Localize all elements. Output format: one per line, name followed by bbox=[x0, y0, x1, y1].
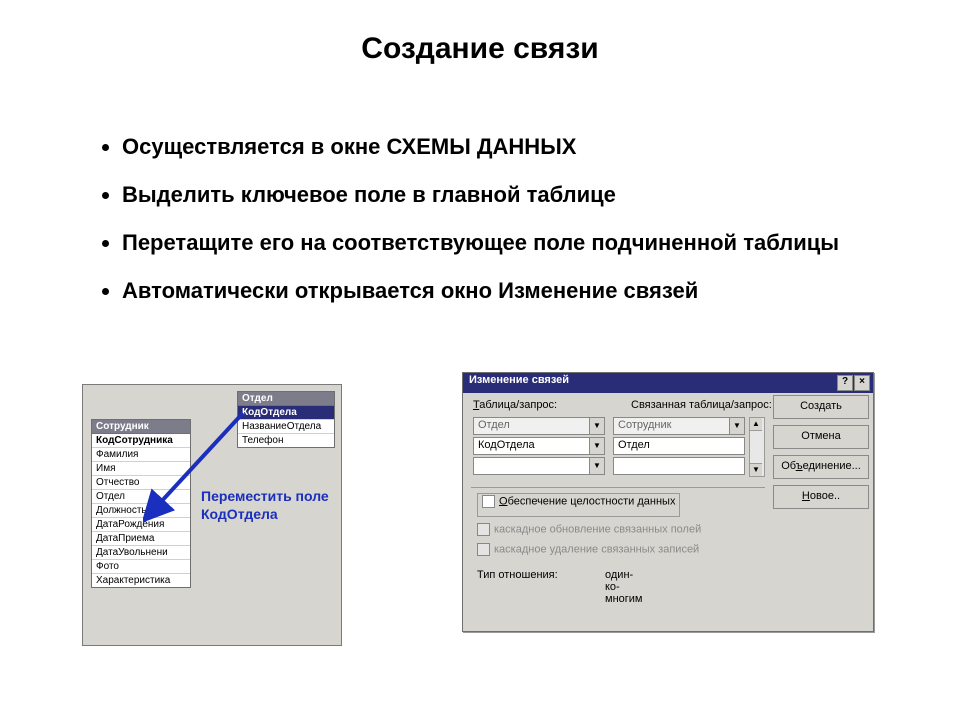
linked-field-cell[interactable]: Отдел bbox=[613, 437, 745, 455]
chevron-down-icon[interactable]: ▼ bbox=[589, 458, 604, 474]
schema-figure: Сотрудник КодСотрудника Фамилия Имя Отче… bbox=[82, 384, 342, 646]
checkbox-icon[interactable] bbox=[482, 495, 495, 508]
table-field: ДатаРождения bbox=[92, 518, 190, 532]
table-field: КодСотрудника bbox=[92, 434, 190, 448]
chevron-down-icon[interactable]: ▼ bbox=[589, 438, 604, 454]
table-field: Фото bbox=[92, 560, 190, 574]
field-combo-empty[interactable]: ▼ bbox=[473, 457, 605, 475]
table-field: Отдел bbox=[92, 490, 190, 504]
table-field: Фамилия bbox=[92, 448, 190, 462]
dialog-title-text: Изменение связей bbox=[469, 374, 569, 386]
linked-table-label: Связанная таблица/запрос: bbox=[631, 399, 772, 411]
cancel-button[interactable]: Отмена bbox=[773, 425, 869, 449]
fields-scrollbar[interactable]: ▲ ▼ bbox=[749, 417, 765, 477]
table-field: НазваниеОтдела bbox=[238, 420, 334, 434]
linked-field-cell-empty[interactable] bbox=[613, 457, 745, 475]
new-button[interactable]: Новое.. bbox=[773, 485, 869, 509]
table-field: ДатаПриема bbox=[92, 532, 190, 546]
relation-type-value: один-ко-многим bbox=[605, 569, 642, 605]
bullet-item: Перетащите его на соответствующее поле п… bbox=[122, 226, 922, 260]
help-button[interactable]: ? bbox=[837, 375, 853, 391]
create-button[interactable]: Создать bbox=[773, 395, 869, 419]
slide-title: Создание связи bbox=[0, 32, 960, 66]
cascade-delete-row: каскадное удаление связанных записей bbox=[477, 543, 701, 563]
bullet-item: Осуществляется в окне СХЕМЫ ДАННЫХ bbox=[122, 130, 922, 164]
chevron-down-icon[interactable]: ▼ bbox=[589, 418, 604, 434]
table-field-selected: КодОтдела bbox=[238, 406, 334, 420]
separator bbox=[471, 487, 765, 488]
table-field: Отчество bbox=[92, 476, 190, 490]
cascade-delete-label: каскадное удаление связанных записей bbox=[494, 543, 699, 555]
employee-table: Сотрудник КодСотрудника Фамилия Имя Отче… bbox=[91, 419, 191, 588]
table-field: Телефон bbox=[238, 434, 334, 447]
bullet-item: Выделить ключевое поле в главной таблице bbox=[122, 178, 922, 212]
linked-table-combo-value: Сотрудник bbox=[618, 419, 671, 431]
table-field: Характеристика bbox=[92, 574, 190, 587]
cascade-update-label: каскадное обновление связанных полей bbox=[494, 523, 701, 535]
table-field: ДатаУвольнени bbox=[92, 546, 190, 560]
department-table-header: Отдел bbox=[238, 392, 334, 406]
table-label: Таблица/запрос: bbox=[473, 399, 557, 411]
linked-table-combo[interactable]: Сотрудник ▼ bbox=[613, 417, 745, 435]
employee-table-header: Сотрудник bbox=[92, 420, 190, 434]
integrity-label: Обеспечение целостности данных bbox=[499, 495, 675, 507]
close-button[interactable]: × bbox=[854, 375, 870, 391]
relation-type-label: Тип отношения: bbox=[477, 569, 558, 581]
join-button[interactable]: Объединение... bbox=[773, 455, 869, 479]
table-combo-value: Отдел bbox=[478, 419, 510, 431]
cascade-update-row: каскадное обновление связанных полей bbox=[477, 523, 701, 543]
table-field: Имя bbox=[92, 462, 190, 476]
dialog-titlebar: Изменение связей ? × bbox=[463, 373, 873, 393]
table-field: Должность bbox=[92, 504, 190, 518]
checkbox-icon bbox=[477, 543, 490, 556]
table-combo[interactable]: Отдел ▼ bbox=[473, 417, 605, 435]
checkbox-icon bbox=[477, 523, 490, 536]
field-combo[interactable]: КодОтдела ▼ bbox=[473, 437, 605, 455]
edit-relations-dialog: Изменение связей ? × Таблица/запрос: Свя… bbox=[462, 372, 874, 632]
arrow-caption: Переместить поле КодОтдела bbox=[201, 487, 341, 523]
scroll-down-icon[interactable]: ▼ bbox=[750, 463, 762, 476]
department-table: Отдел КодОтдела НазваниеОтдела Телефон bbox=[237, 391, 335, 448]
bullet-list: Осуществляется в окне СХЕМЫ ДАННЫХ Выдел… bbox=[82, 130, 922, 322]
bullet-item: Автоматически открывается окно Изменение… bbox=[122, 274, 922, 308]
linked-field-value: Отдел bbox=[618, 439, 650, 451]
integrity-checkbox-row[interactable]: Обеспечение целостности данных bbox=[477, 493, 680, 517]
field-combo-value: КодОтдела bbox=[478, 439, 535, 451]
scroll-up-icon[interactable]: ▲ bbox=[750, 418, 762, 431]
chevron-down-icon[interactable]: ▼ bbox=[729, 418, 744, 434]
